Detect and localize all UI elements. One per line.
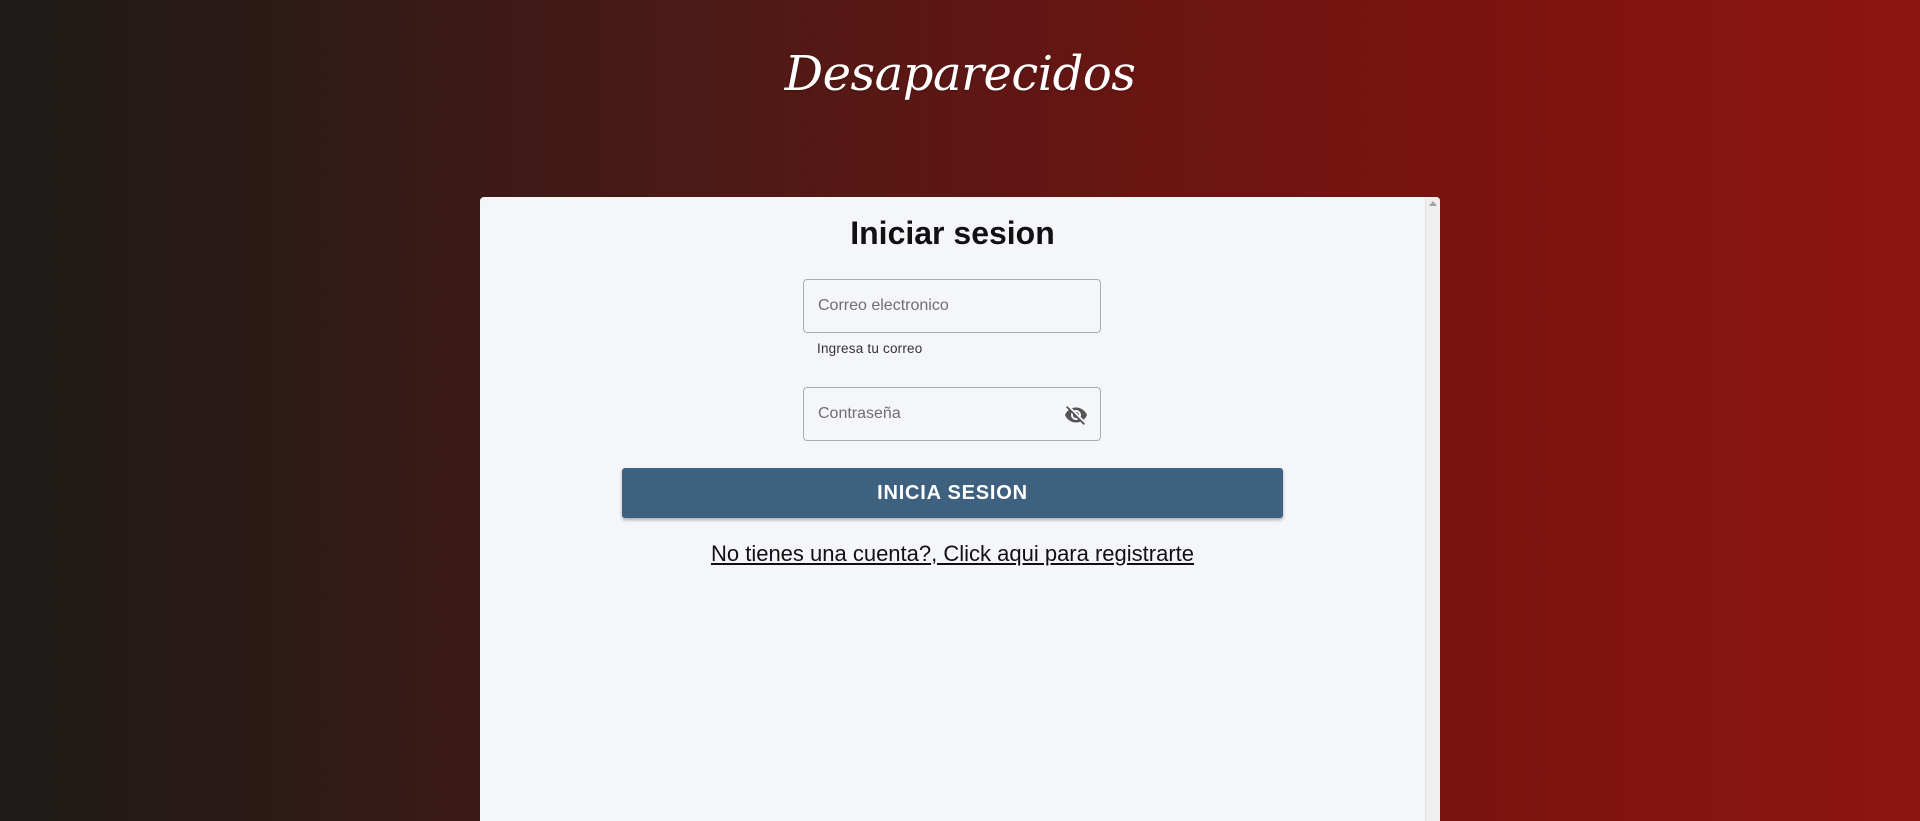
email-helper-text: Ingresa tu correo xyxy=(817,341,923,356)
password-input[interactable] xyxy=(804,388,1100,440)
email-field[interactable] xyxy=(803,279,1101,333)
register-link[interactable]: No tienes una cuenta?, Click aqui para r… xyxy=(480,541,1425,567)
eye-off-icon[interactable] xyxy=(1064,403,1088,427)
login-card: Iniciar sesion Ingresa tu correo INICIA … xyxy=(480,197,1440,821)
password-field[interactable] xyxy=(803,387,1101,441)
brand-title: Desaparecidos xyxy=(784,46,1136,102)
card-scrollbar[interactable] xyxy=(1425,197,1440,821)
email-input[interactable] xyxy=(804,280,1100,332)
scroll-up-arrow-icon[interactable] xyxy=(1429,201,1437,206)
login-title: Iniciar sesion xyxy=(850,215,1055,251)
login-button[interactable]: INICIA SESION xyxy=(622,468,1283,518)
